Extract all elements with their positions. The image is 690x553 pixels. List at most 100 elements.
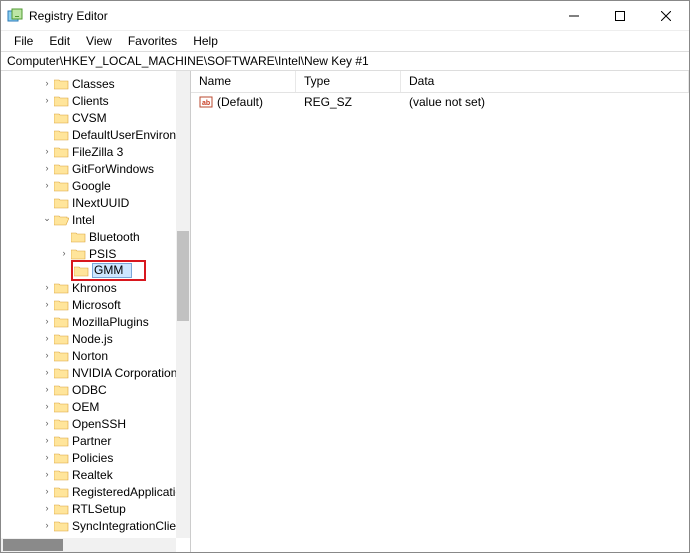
list-row[interactable]: ab (Default) REG_SZ (value not set) [191, 93, 689, 111]
folder-icon [54, 367, 69, 379]
tree-node-microsoft[interactable]: ›Microsoft [1, 296, 190, 313]
tree-node-cvsm[interactable]: CVSM [1, 109, 190, 126]
folder-icon [54, 146, 69, 158]
tree-node-label: MozillaPlugins [72, 315, 149, 329]
chevron-right-icon[interactable]: › [41, 503, 53, 515]
tree-node-label: Bluetooth [89, 230, 140, 244]
tree-node-policies[interactable]: › Policies [1, 449, 190, 466]
folder-icon [54, 163, 69, 175]
app-icon [7, 8, 23, 24]
tree-scrollbar-vertical[interactable] [176, 71, 190, 538]
tree-node-khronos[interactable]: › Khronos [1, 279, 190, 296]
value-type: REG_SZ [296, 95, 401, 109]
list-header: Name Type Data [191, 71, 689, 93]
chevron-right-icon[interactable]: › [41, 435, 53, 447]
folder-icon [71, 231, 86, 243]
tree-node-label: ODBC [72, 383, 107, 397]
chevron-right-icon[interactable]: › [41, 299, 53, 311]
tree-node-label: RegisteredApplication [72, 485, 189, 499]
tree-node-bluetooth[interactable]: Bluetooth [1, 228, 190, 245]
column-header-type[interactable]: Type [296, 71, 401, 92]
title-bar: Registry Editor [1, 1, 689, 31]
tree-node-rtlsetup[interactable]: › RTLSetup [1, 500, 190, 517]
menu-favorites[interactable]: Favorites [121, 33, 184, 49]
column-header-name[interactable]: Name [191, 71, 296, 92]
tree-node-filezilla3[interactable]: › FileZilla 3 [1, 143, 190, 160]
chevron-right-icon[interactable]: › [41, 95, 53, 107]
tree-node-oem[interactable]: › OEM [1, 398, 190, 415]
tree-node-label: OEM [72, 400, 99, 414]
tree-node-label: Clients [72, 94, 109, 108]
tree-scrollbar-horizontal[interactable] [1, 538, 176, 552]
column-header-data[interactable]: Data [401, 71, 689, 92]
tree-node-intel[interactable]: ⌄Intel [1, 211, 190, 228]
tree-node-realtek[interactable]: ›Realtek [1, 466, 190, 483]
chevron-right-icon[interactable]: › [41, 180, 53, 192]
folder-icon [54, 486, 69, 498]
folder-icon [74, 265, 89, 277]
tree-node-odbc[interactable]: › ODBC [1, 381, 190, 398]
string-value-icon: ab [199, 95, 213, 109]
tree-node-nvidia[interactable]: › NVIDIA Corporation [1, 364, 190, 381]
tree-node-label: FileZilla 3 [72, 145, 123, 159]
tree-expander-none [41, 197, 53, 209]
tree-node-partner[interactable]: › Partner [1, 432, 190, 449]
tree-node-gmm[interactable]: GMM [1, 262, 190, 279]
value-name-cell: ab (Default) [191, 95, 296, 109]
chevron-right-icon[interactable]: › [41, 367, 53, 379]
scrollbar-thumb[interactable] [3, 539, 63, 551]
chevron-right-icon[interactable]: › [58, 248, 70, 260]
chevron-right-icon[interactable]: › [41, 486, 53, 498]
chevron-right-icon[interactable]: › [41, 333, 53, 345]
tree-node-inextuuid[interactable]: INextUUID [1, 194, 190, 211]
chevron-right-icon[interactable]: › [41, 469, 53, 481]
chevron-down-icon[interactable]: ⌄ [41, 214, 53, 226]
tree-expander-none [41, 129, 53, 141]
tree-node-label: NVIDIA Corporation [72, 366, 177, 380]
folder-icon [54, 214, 69, 226]
menu-view[interactable]: View [79, 33, 119, 49]
chevron-right-icon[interactable]: › [41, 401, 53, 413]
menu-help[interactable]: Help [186, 33, 225, 49]
tree-node-norton[interactable]: ›Norton [1, 347, 190, 364]
scrollbar-thumb[interactable] [177, 231, 189, 321]
chevron-right-icon[interactable]: › [41, 350, 53, 362]
chevron-right-icon[interactable]: › [41, 78, 53, 90]
tree-scroll[interactable]: ›Classes›ClientsCVSMDefaultUserEnvironm›… [1, 71, 190, 552]
tree-node-syncintegration[interactable]: ›SyncIntegrationClient [1, 517, 190, 534]
menu-edit[interactable]: Edit [42, 33, 77, 49]
folder-icon [54, 452, 69, 464]
tree-node-gitforwindows[interactable]: ›GitForWindows [1, 160, 190, 177]
chevron-right-icon[interactable]: › [41, 146, 53, 158]
value-data: (value not set) [401, 95, 689, 109]
tree-node-classes[interactable]: ›Classes [1, 75, 190, 92]
tree-node-label: Policies [72, 451, 113, 465]
tree-node-google[interactable]: ›Google [1, 177, 190, 194]
tree-node-defaultuserenv[interactable]: DefaultUserEnvironm [1, 126, 190, 143]
chevron-right-icon[interactable]: › [41, 163, 53, 175]
chevron-right-icon[interactable]: › [41, 418, 53, 430]
chevron-right-icon[interactable]: › [41, 282, 53, 294]
tree-node-mozillaplugins[interactable]: › MozillaPlugins [1, 313, 190, 330]
tree-node-label: Khronos [72, 281, 117, 295]
chevron-right-icon[interactable]: › [41, 384, 53, 396]
tree-node-nodejs[interactable]: ›Node.js [1, 330, 190, 347]
tree-pane: ›Classes›ClientsCVSMDefaultUserEnvironm›… [1, 71, 191, 552]
tree-node-clients[interactable]: › Clients [1, 92, 190, 109]
chevron-right-icon[interactable]: › [41, 316, 53, 328]
menu-file[interactable]: File [7, 33, 40, 49]
maximize-button[interactable] [597, 1, 643, 31]
folder-icon [54, 299, 69, 311]
tree-node-label: RTLSetup [72, 502, 126, 516]
tree-node-label: Partner [72, 434, 111, 448]
folder-icon [54, 112, 69, 124]
address-bar[interactable]: Computer\HKEY_LOCAL_MACHINE\SOFTWARE\Int… [1, 51, 689, 71]
chevron-right-icon[interactable]: › [41, 452, 53, 464]
tree-node-openssh[interactable]: ›OpenSSH [1, 415, 190, 432]
minimize-button[interactable] [551, 1, 597, 31]
rename-input[interactable]: GMM [92, 263, 132, 278]
chevron-right-icon[interactable]: › [41, 520, 53, 532]
tree-node-registeredapps[interactable]: › RegisteredApplication [1, 483, 190, 500]
folder-icon [54, 316, 69, 328]
close-button[interactable] [643, 1, 689, 31]
